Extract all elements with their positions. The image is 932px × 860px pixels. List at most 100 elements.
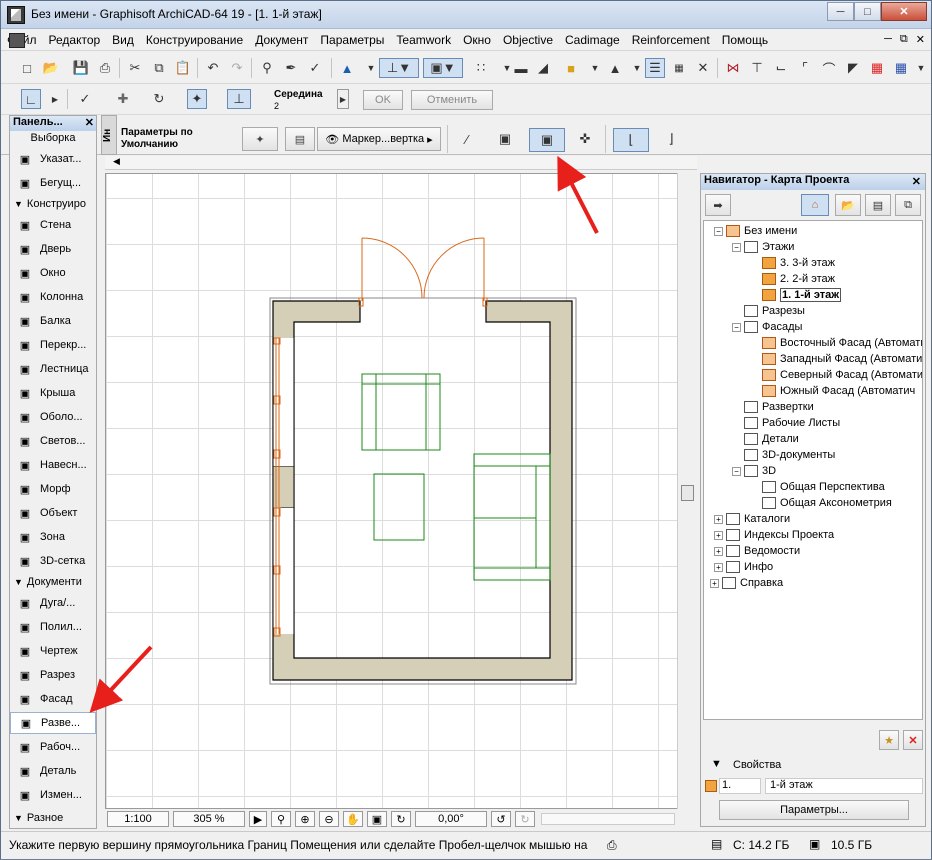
dropdown-arrow-icon[interactable]: ▼ bbox=[627, 58, 647, 78]
tool-design_items-7[interactable]: ▣ Крыша bbox=[10, 382, 96, 404]
arrange-icon[interactable]: ∟ bbox=[21, 89, 41, 109]
tree-expander-icon[interactable]: + bbox=[714, 514, 723, 524]
cancel-button[interactable]: Отменить bbox=[411, 90, 493, 110]
navigator-close-icon[interactable]: ✕ bbox=[912, 175, 921, 188]
marker-button[interactable]: 👁 Маркер...вертка ▸ bbox=[317, 127, 441, 151]
tree-node[interactable]: − Этажи bbox=[732, 239, 794, 255]
tool-design_items-4[interactable]: ▣ Балка bbox=[10, 310, 96, 332]
move-icon[interactable]: ✚ bbox=[113, 89, 133, 109]
eyedropper-icon[interactable]: ✒ bbox=[281, 58, 301, 78]
menu-item-8[interactable]: Objective bbox=[497, 33, 559, 47]
document-icon[interactable] bbox=[9, 33, 25, 48]
rectangle-frame-icon[interactable]: ▣ bbox=[495, 129, 515, 149]
marker-left-icon[interactable]: ⌊ bbox=[613, 128, 649, 152]
paste-icon[interactable]: 📋 bbox=[173, 58, 193, 78]
tree-node[interactable]: − Без имени bbox=[714, 223, 797, 239]
corner-icon[interactable]: ⌙ bbox=[771, 58, 791, 78]
tool-select_items-1[interactable]: ▣ Бегущ... bbox=[10, 172, 96, 194]
tree-expander-icon[interactable]: + bbox=[714, 546, 723, 556]
menu-item-4[interactable]: Документ bbox=[249, 33, 314, 47]
dimension-icon[interactable]: ▦ bbox=[669, 58, 689, 78]
new-item-icon[interactable]: ★ bbox=[879, 730, 899, 750]
redo-icon[interactable]: ↷ bbox=[227, 58, 247, 78]
window-icon[interactable]: ▦ bbox=[891, 58, 911, 78]
layout-book-tab[interactable]: ▤ bbox=[865, 194, 891, 216]
expand-arrow-icon[interactable]: ▶ bbox=[49, 89, 61, 109]
menu-item-6[interactable]: Teamwork bbox=[390, 33, 457, 47]
check-icon[interactable]: ✓ bbox=[75, 89, 95, 109]
tree-expander-icon[interactable]: + bbox=[710, 578, 719, 588]
tree-node[interactable]: Детали bbox=[744, 431, 799, 447]
menu-item-7[interactable]: Окно bbox=[457, 33, 497, 47]
bracket-icon[interactable]: ⌜ bbox=[795, 58, 815, 78]
menu-item-11[interactable]: Помощь bbox=[716, 33, 774, 47]
tool-doc_items-2[interactable]: ▣ Чертеж bbox=[10, 640, 96, 662]
tool-design_items-13[interactable]: ▣ Зона bbox=[10, 526, 96, 548]
tool-design_items-5[interactable]: ▣ Перекр... bbox=[10, 334, 96, 356]
mdi-minimize-icon[interactable]: ─ bbox=[884, 33, 892, 46]
rotated-rectangle-icon[interactable]: ▣ bbox=[529, 128, 565, 152]
vertical-scrollbar[interactable] bbox=[677, 173, 697, 809]
tree-node[interactable]: − Фасады bbox=[732, 319, 802, 335]
snap-menu-arrow-icon[interactable]: ▶ bbox=[337, 89, 349, 109]
cross-icon[interactable]: ✕ bbox=[693, 58, 713, 78]
tree-node[interactable]: + Инфо bbox=[714, 559, 773, 575]
save-icon[interactable]: 💾 bbox=[71, 58, 91, 78]
layers-icon[interactable]: ▲ bbox=[337, 58, 357, 78]
guide-line-icon[interactable]: ⊥ bbox=[227, 89, 251, 109]
menu-item-3[interactable]: Конструирование bbox=[140, 33, 249, 47]
tool-design_items-3[interactable]: ▣ Колонна bbox=[10, 286, 96, 308]
undo-icon[interactable]: ↶ bbox=[203, 58, 223, 78]
printer-icon[interactable]: ⎙ bbox=[607, 838, 617, 853]
marker-right-icon[interactable]: ⌋ bbox=[655, 129, 687, 149]
toolbox-group[interactable]: ▼ Разное bbox=[10, 810, 96, 826]
tree-node[interactable]: + Справка bbox=[710, 575, 783, 591]
tree-expander-icon[interactable]: − bbox=[732, 466, 741, 476]
open-folder-icon[interactable]: 📂 bbox=[41, 58, 61, 78]
tool-design_items-12[interactable]: ▣ Объект bbox=[10, 502, 96, 524]
copy-icon[interactable]: ⧉ bbox=[149, 58, 169, 78]
tree-expander-icon[interactable]: − bbox=[732, 322, 741, 332]
tool-design_items-8[interactable]: ▣ Оболо... bbox=[10, 406, 96, 428]
node-icon[interactable]: ⋈ bbox=[723, 58, 743, 78]
floor-plan-drawing[interactable] bbox=[106, 174, 697, 809]
scale-field[interactable]: 1:100 bbox=[107, 811, 169, 827]
layer-stack-button[interactable]: ▤ bbox=[285, 127, 315, 151]
tree-node[interactable]: + Каталоги bbox=[714, 511, 790, 527]
tool-doc_items-5[interactable]: ▣ Разве... bbox=[10, 712, 96, 734]
tool-select_items-0[interactable]: ▣ Указат... bbox=[10, 148, 96, 170]
zoom-in-icon[interactable]: ⊕ bbox=[295, 811, 315, 827]
minimize-button[interactable]: ─ bbox=[827, 2, 854, 21]
menu-item-2[interactable]: Вид bbox=[106, 33, 140, 47]
tree-node[interactable]: + Ведомости bbox=[714, 543, 800, 559]
project-map-tab[interactable]: ⌂ bbox=[801, 194, 829, 216]
toolbox-group[interactable]: ▼ Конструиро bbox=[10, 196, 96, 212]
zoom-field[interactable]: 305 % bbox=[173, 811, 245, 827]
publisher-sets-tab[interactable]: ⧉ bbox=[895, 194, 921, 216]
tool-design_items-14[interactable]: ▣ 3D-сетка bbox=[10, 550, 96, 572]
tree-node[interactable]: Разрезы bbox=[744, 303, 805, 319]
zoom-in-area-icon[interactable]: ⚲ bbox=[271, 811, 291, 827]
floor-plan-canvas[interactable] bbox=[105, 173, 697, 809]
tree-node[interactable]: + Индексы Проекта bbox=[714, 527, 834, 543]
pan-icon[interactable]: ✋ bbox=[343, 811, 363, 827]
trace-icon[interactable]: ▣▼ bbox=[423, 58, 463, 78]
elevation-icon[interactable]: ▲ bbox=[605, 58, 625, 78]
ok-button[interactable]: OK bbox=[363, 90, 403, 110]
tool-design_items-10[interactable]: ▣ Навесн... bbox=[10, 454, 96, 476]
tree-node[interactable]: 1. 1-й этаж bbox=[762, 287, 842, 303]
orbit-icon[interactable]: ↻ bbox=[391, 811, 411, 827]
tree-expander-icon[interactable]: − bbox=[714, 226, 723, 236]
gravity-icon[interactable]: ⊥▼ bbox=[379, 58, 419, 78]
tree-node[interactable]: Северный Фасад (Автомати bbox=[762, 367, 922, 383]
zoom-menu-arrow-icon[interactable]: ▶ bbox=[249, 811, 267, 827]
menu-item-9[interactable]: Cadimage bbox=[559, 33, 626, 47]
close-button[interactable]: ✕ bbox=[881, 2, 927, 21]
properties-collapse-icon[interactable]: ▼ bbox=[711, 758, 722, 770]
previous-zoom-icon[interactable]: ↺ bbox=[491, 811, 511, 827]
slab-tool-icon[interactable]: ▬ bbox=[511, 58, 531, 78]
tree-node[interactable]: 2. 2-й этаж bbox=[762, 271, 835, 287]
story-name-field[interactable]: 1-й этаж bbox=[765, 778, 923, 794]
tree-node[interactable]: Общая Перспектива bbox=[762, 479, 885, 495]
tool-doc_items-7[interactable]: ▣ Деталь bbox=[10, 760, 96, 782]
